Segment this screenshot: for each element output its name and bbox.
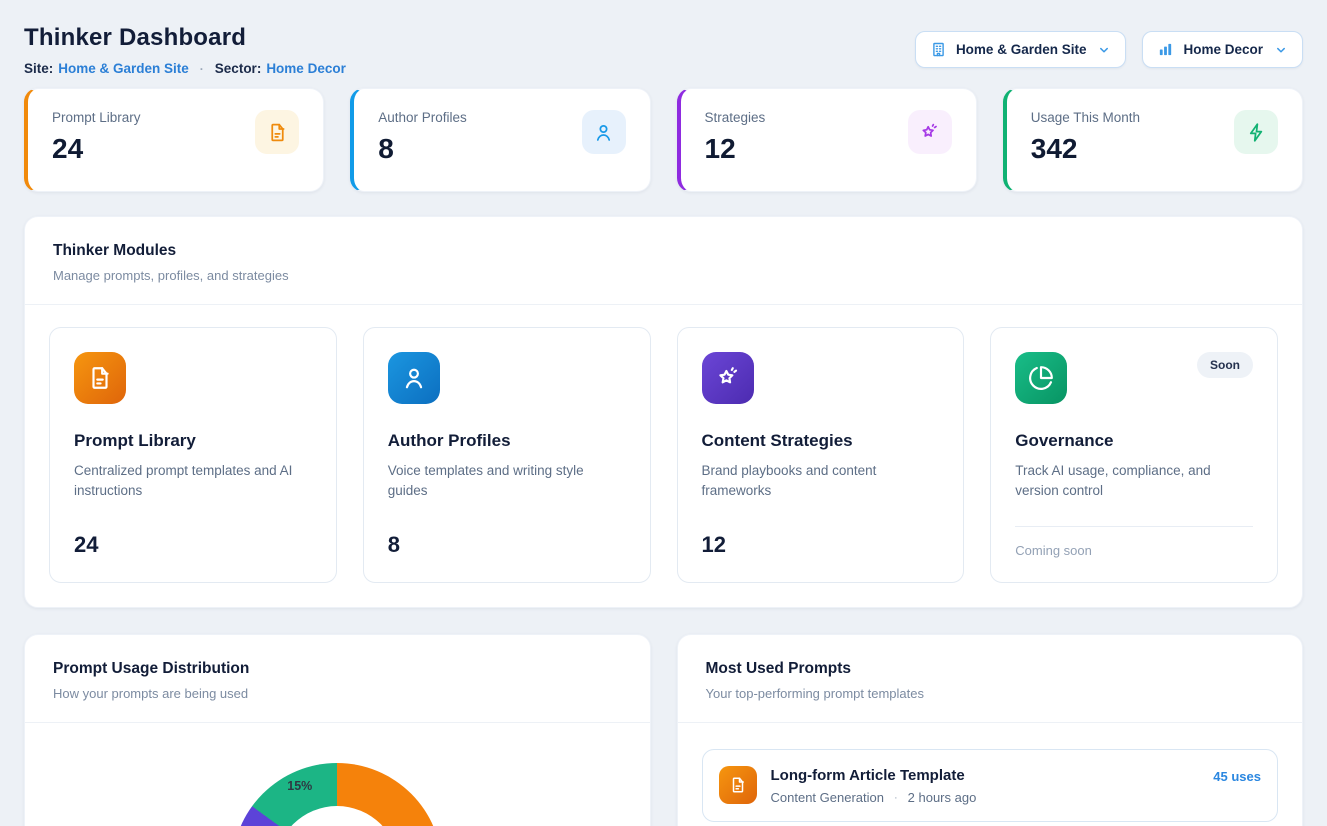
prompt-uses-count: 45 uses bbox=[1213, 769, 1261, 784]
module-card-prompt-library[interactable]: Prompt Library Centralized prompt templa… bbox=[49, 327, 337, 583]
stat-card-prompt-library: Prompt Library 24 bbox=[24, 88, 324, 192]
module-top bbox=[702, 352, 940, 404]
sector-link[interactable]: Home Decor bbox=[266, 61, 346, 76]
modules-header: Thinker Modules Manage prompts, profiles… bbox=[25, 217, 1302, 305]
module-count: 8 bbox=[388, 532, 626, 558]
pie-chart-icon bbox=[1015, 352, 1067, 404]
site-label: Site: bbox=[24, 61, 53, 76]
module-count: 24 bbox=[74, 532, 312, 558]
sector-selector-dropdown[interactable]: Home Decor bbox=[1142, 31, 1303, 68]
chevron-down-icon bbox=[1274, 43, 1288, 57]
sector-label: Sector: bbox=[215, 61, 262, 76]
separator-dot: · bbox=[894, 792, 898, 804]
prompt-category: Content Generation bbox=[771, 790, 884, 805]
module-title: Governance bbox=[1015, 431, 1253, 451]
prompt-list: Long-form Article Template Content Gener… bbox=[678, 723, 1303, 826]
most-used-header: Most Used Prompts Your top-performing pr… bbox=[678, 635, 1303, 723]
sector-selector-label: Home Decor bbox=[1183, 42, 1263, 57]
card-title: Prompt Usage Distribution bbox=[53, 660, 622, 678]
prompt-list-item[interactable]: Long-form Article Template Content Gener… bbox=[702, 749, 1279, 822]
module-description: Centralized prompt templates and AI inst… bbox=[74, 461, 312, 502]
chevron-down-icon bbox=[1097, 43, 1111, 57]
bar-chart-icon bbox=[1157, 41, 1174, 58]
donut-segment-label: 15% bbox=[287, 779, 312, 793]
prompt-time: 2 hours ago bbox=[908, 790, 977, 805]
soon-badge: Soon bbox=[1197, 352, 1253, 378]
stat-card-author-profiles: Author Profiles 8 bbox=[350, 88, 650, 192]
module-description: Track AI usage, compliance, and version … bbox=[1015, 461, 1253, 502]
usage-donut-chart: 15% bbox=[232, 763, 442, 826]
card-subtitle: How your prompts are being used bbox=[53, 686, 622, 701]
document-icon bbox=[74, 352, 126, 404]
module-description: Brand playbooks and content frameworks bbox=[702, 461, 940, 502]
coming-soon-text: Coming soon bbox=[1015, 526, 1253, 558]
section-title: Thinker Modules bbox=[53, 242, 1274, 260]
document-icon bbox=[255, 110, 299, 154]
module-top bbox=[388, 352, 626, 404]
most-used-card: Most Used Prompts Your top-performing pr… bbox=[677, 634, 1304, 826]
bottom-row: Prompt Usage Distribution How your promp… bbox=[24, 634, 1303, 826]
stat-card-usage: Usage This Month 342 bbox=[1003, 88, 1303, 192]
module-card-content-strategies[interactable]: Content Strategies Brand playbooks and c… bbox=[677, 327, 965, 583]
module-top: Soon bbox=[1015, 352, 1253, 404]
sparkle-star-icon bbox=[908, 110, 952, 154]
user-icon bbox=[388, 352, 440, 404]
module-count: 12 bbox=[702, 532, 940, 558]
document-icon bbox=[719, 766, 757, 804]
card-subtitle: Your top-performing prompt templates bbox=[706, 686, 1275, 701]
site-selector-dropdown[interactable]: Home & Garden Site bbox=[915, 31, 1127, 68]
module-top bbox=[74, 352, 312, 404]
modules-grid: Prompt Library Centralized prompt templa… bbox=[25, 305, 1302, 607]
site-selector-label: Home & Garden Site bbox=[956, 42, 1087, 57]
lightning-icon bbox=[1234, 110, 1278, 154]
usage-chart-area: 15% bbox=[25, 723, 650, 826]
module-description: Voice templates and writing style guides bbox=[388, 461, 626, 502]
dashboard-page: Thinker Dashboard Site: Home & Garden Si… bbox=[0, 0, 1327, 826]
module-card-author-profiles[interactable]: Author Profiles Voice templates and writ… bbox=[363, 327, 651, 583]
site-link[interactable]: Home & Garden Site bbox=[58, 61, 189, 76]
topbar: Thinker Dashboard Site: Home & Garden Si… bbox=[24, 24, 1303, 76]
stats-row: Prompt Library 24 Author Profiles 8 Stra… bbox=[24, 88, 1303, 192]
page-title: Thinker Dashboard bbox=[24, 24, 346, 52]
usage-card-header: Prompt Usage Distribution How your promp… bbox=[25, 635, 650, 723]
separator-dot: · bbox=[200, 62, 204, 76]
topbar-actions: Home & Garden Site Home Decor bbox=[915, 31, 1303, 68]
prompt-title: Long-form Article Template bbox=[771, 767, 977, 784]
topbar-heading: Thinker Dashboard Site: Home & Garden Si… bbox=[24, 24, 346, 76]
thinker-modules-section: Thinker Modules Manage prompts, profiles… bbox=[24, 216, 1303, 608]
sparkle-star-icon bbox=[702, 352, 754, 404]
module-title: Prompt Library bbox=[74, 431, 312, 451]
module-card-governance: Soon Governance Track AI usage, complian… bbox=[990, 327, 1278, 583]
prompt-meta: Content Generation · 2 hours ago bbox=[771, 790, 977, 805]
module-title: Content Strategies bbox=[702, 431, 940, 451]
user-icon bbox=[582, 110, 626, 154]
building-icon bbox=[930, 41, 947, 58]
prompt-usage-card: Prompt Usage Distribution How your promp… bbox=[24, 634, 651, 826]
module-title: Author Profiles bbox=[388, 431, 626, 451]
card-title: Most Used Prompts bbox=[706, 660, 1275, 678]
stat-card-strategies: Strategies 12 bbox=[677, 88, 977, 192]
section-subtitle: Manage prompts, profiles, and strategies bbox=[53, 268, 1274, 283]
breadcrumb: Site: Home & Garden Site · Sector: Home … bbox=[24, 61, 346, 76]
prompt-info: Long-form Article Template Content Gener… bbox=[771, 766, 977, 805]
